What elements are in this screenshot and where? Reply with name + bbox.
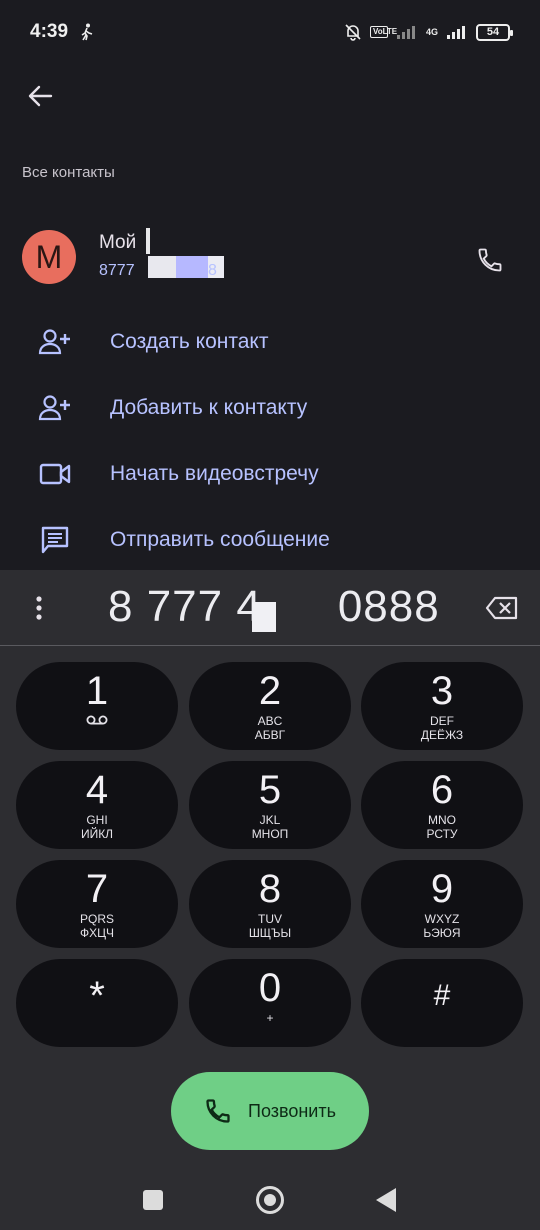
key-9[interactable]: 9 WXYZ ЬЭЮЯ: [361, 860, 523, 948]
phone-icon: [206, 1099, 230, 1123]
add-person-icon: [38, 325, 72, 359]
key-7[interactable]: 7 PQRS ФХЦЧ: [16, 860, 178, 948]
backspace-icon: [485, 596, 518, 620]
key-letters-cyrillic: ФХЦЧ: [79, 926, 114, 940]
dialed-number-left: 8 777 4: [108, 582, 262, 631]
key-6[interactable]: 6 MNO РСТУ: [361, 761, 523, 849]
navigation-bar: [0, 1172, 540, 1230]
redaction: [176, 256, 208, 278]
key-digit: 4: [85, 768, 109, 812]
key-4[interactable]: 4 GHI ИЙКЛ: [16, 761, 178, 849]
number-row: 8 777 4 0888: [0, 570, 540, 646]
battery-level: 54: [486, 26, 500, 38]
key-digit: 9: [430, 867, 454, 911]
contact-number-tail: 8: [208, 262, 217, 279]
arrow-back-icon: [28, 85, 53, 107]
key-letters-cyrillic: РСТУ: [426, 827, 458, 841]
key-letters: MNO: [428, 813, 456, 827]
phone-icon: [478, 248, 502, 272]
key-digit: #: [433, 979, 451, 1012]
redaction: [146, 228, 150, 254]
key-letters-cyrillic: АБВГ: [254, 728, 286, 742]
recents-button[interactable]: [143, 1190, 163, 1210]
status-time: 4:39: [30, 21, 69, 42]
message-icon: [38, 523, 72, 557]
action-start-video-meeting[interactable]: Начать видеовстречу: [0, 446, 540, 502]
voicemail-icon: [86, 715, 108, 725]
action-add-to-contact[interactable]: Добавить к контакту: [0, 380, 540, 436]
contact-number: 8777: [99, 262, 135, 279]
key-digit: 5: [258, 768, 282, 812]
key-plus: +: [266, 1011, 274, 1025]
key-digit: 6: [430, 768, 454, 812]
key-letters-cyrillic: МНОП: [251, 827, 289, 841]
action-label: Создать контакт: [110, 330, 269, 353]
dialer-panel: 8 777 4 0888 1 2 ABC АБВГ 3 DEF ДЕЁЖЗ 4 G…: [0, 570, 540, 1230]
contact-call-button[interactable]: [470, 240, 510, 280]
backspace-button[interactable]: [484, 592, 520, 624]
key-digit: *: [89, 974, 105, 1018]
key-letters: PQRS: [79, 912, 114, 926]
call-button[interactable]: Позвонить: [171, 1072, 369, 1150]
key-digit: 1: [85, 669, 109, 713]
battery-indicator: 54: [476, 23, 513, 41]
key-digit: 0: [258, 966, 282, 1010]
call-button-label: Позвонить: [248, 1100, 336, 1121]
action-label: Добавить к контакту: [110, 396, 308, 419]
key-letters-cyrillic: ИЙКЛ: [80, 827, 114, 841]
key-letters: GHI: [86, 813, 108, 827]
key-hash[interactable]: #: [361, 959, 523, 1047]
key-letters: WXYZ: [424, 912, 460, 926]
redaction: [252, 602, 276, 632]
key-5[interactable]: 5 JKL МНОП: [189, 761, 351, 849]
key-star[interactable]: *: [16, 959, 178, 1047]
key-3[interactable]: 3 DEF ДЕЁЖЗ: [361, 662, 523, 750]
action-label: Отправить сообщение: [110, 528, 330, 551]
key-letters: DEF: [430, 714, 454, 728]
signal-strong-icon: [446, 24, 468, 40]
back-button[interactable]: [22, 78, 58, 114]
key-letters: JKL: [259, 813, 281, 827]
network-type: 4G: [425, 27, 438, 37]
avatar: М: [22, 230, 76, 284]
action-label: Начать видеовстречу: [110, 462, 319, 485]
key-digit: 2: [258, 669, 282, 713]
volte-badge: VoLTE: [369, 26, 397, 38]
contact-row[interactable]: М Мой 8777 8: [0, 222, 540, 292]
nav-back-button[interactable]: [376, 1188, 396, 1212]
key-8[interactable]: 8 TUV ШЩЪЫ: [189, 860, 351, 948]
action-create-contact[interactable]: Создать контакт: [0, 314, 540, 370]
add-person-icon: [38, 391, 72, 425]
bell-muted-icon: [344, 23, 362, 41]
key-digit: 7: [85, 867, 109, 911]
key-2[interactable]: 2 ABC АБВГ: [189, 662, 351, 750]
key-1[interactable]: 1: [16, 662, 178, 750]
action-send-message[interactable]: Отправить сообщение: [0, 512, 540, 568]
key-letters-cyrillic: ДЕЁЖЗ: [420, 728, 464, 742]
key-letters: ABC: [257, 714, 283, 728]
key-letters-cyrillic: ЬЭЮЯ: [423, 926, 461, 940]
signal-weak-icon: [396, 24, 418, 40]
contact-name: Мой: [99, 232, 137, 253]
key-letters-cyrillic: ШЩЪЫ: [248, 926, 292, 940]
key-digit: 8: [258, 867, 282, 911]
video-camera-icon: [38, 457, 72, 491]
section-label: Все контакты: [22, 164, 115, 181]
redaction: [148, 256, 176, 278]
walking-icon: [80, 23, 94, 41]
dialed-number-right: 0888: [337, 582, 440, 631]
key-0[interactable]: 0 +: [189, 959, 351, 1047]
more-vert-icon: [36, 596, 42, 620]
home-button[interactable]: [256, 1186, 284, 1214]
key-digit: 3: [430, 669, 454, 713]
status-bar: 4:39 VoLTE 4G 54: [0, 0, 540, 64]
key-letters: TUV: [258, 912, 282, 926]
more-options-button[interactable]: [28, 592, 50, 624]
